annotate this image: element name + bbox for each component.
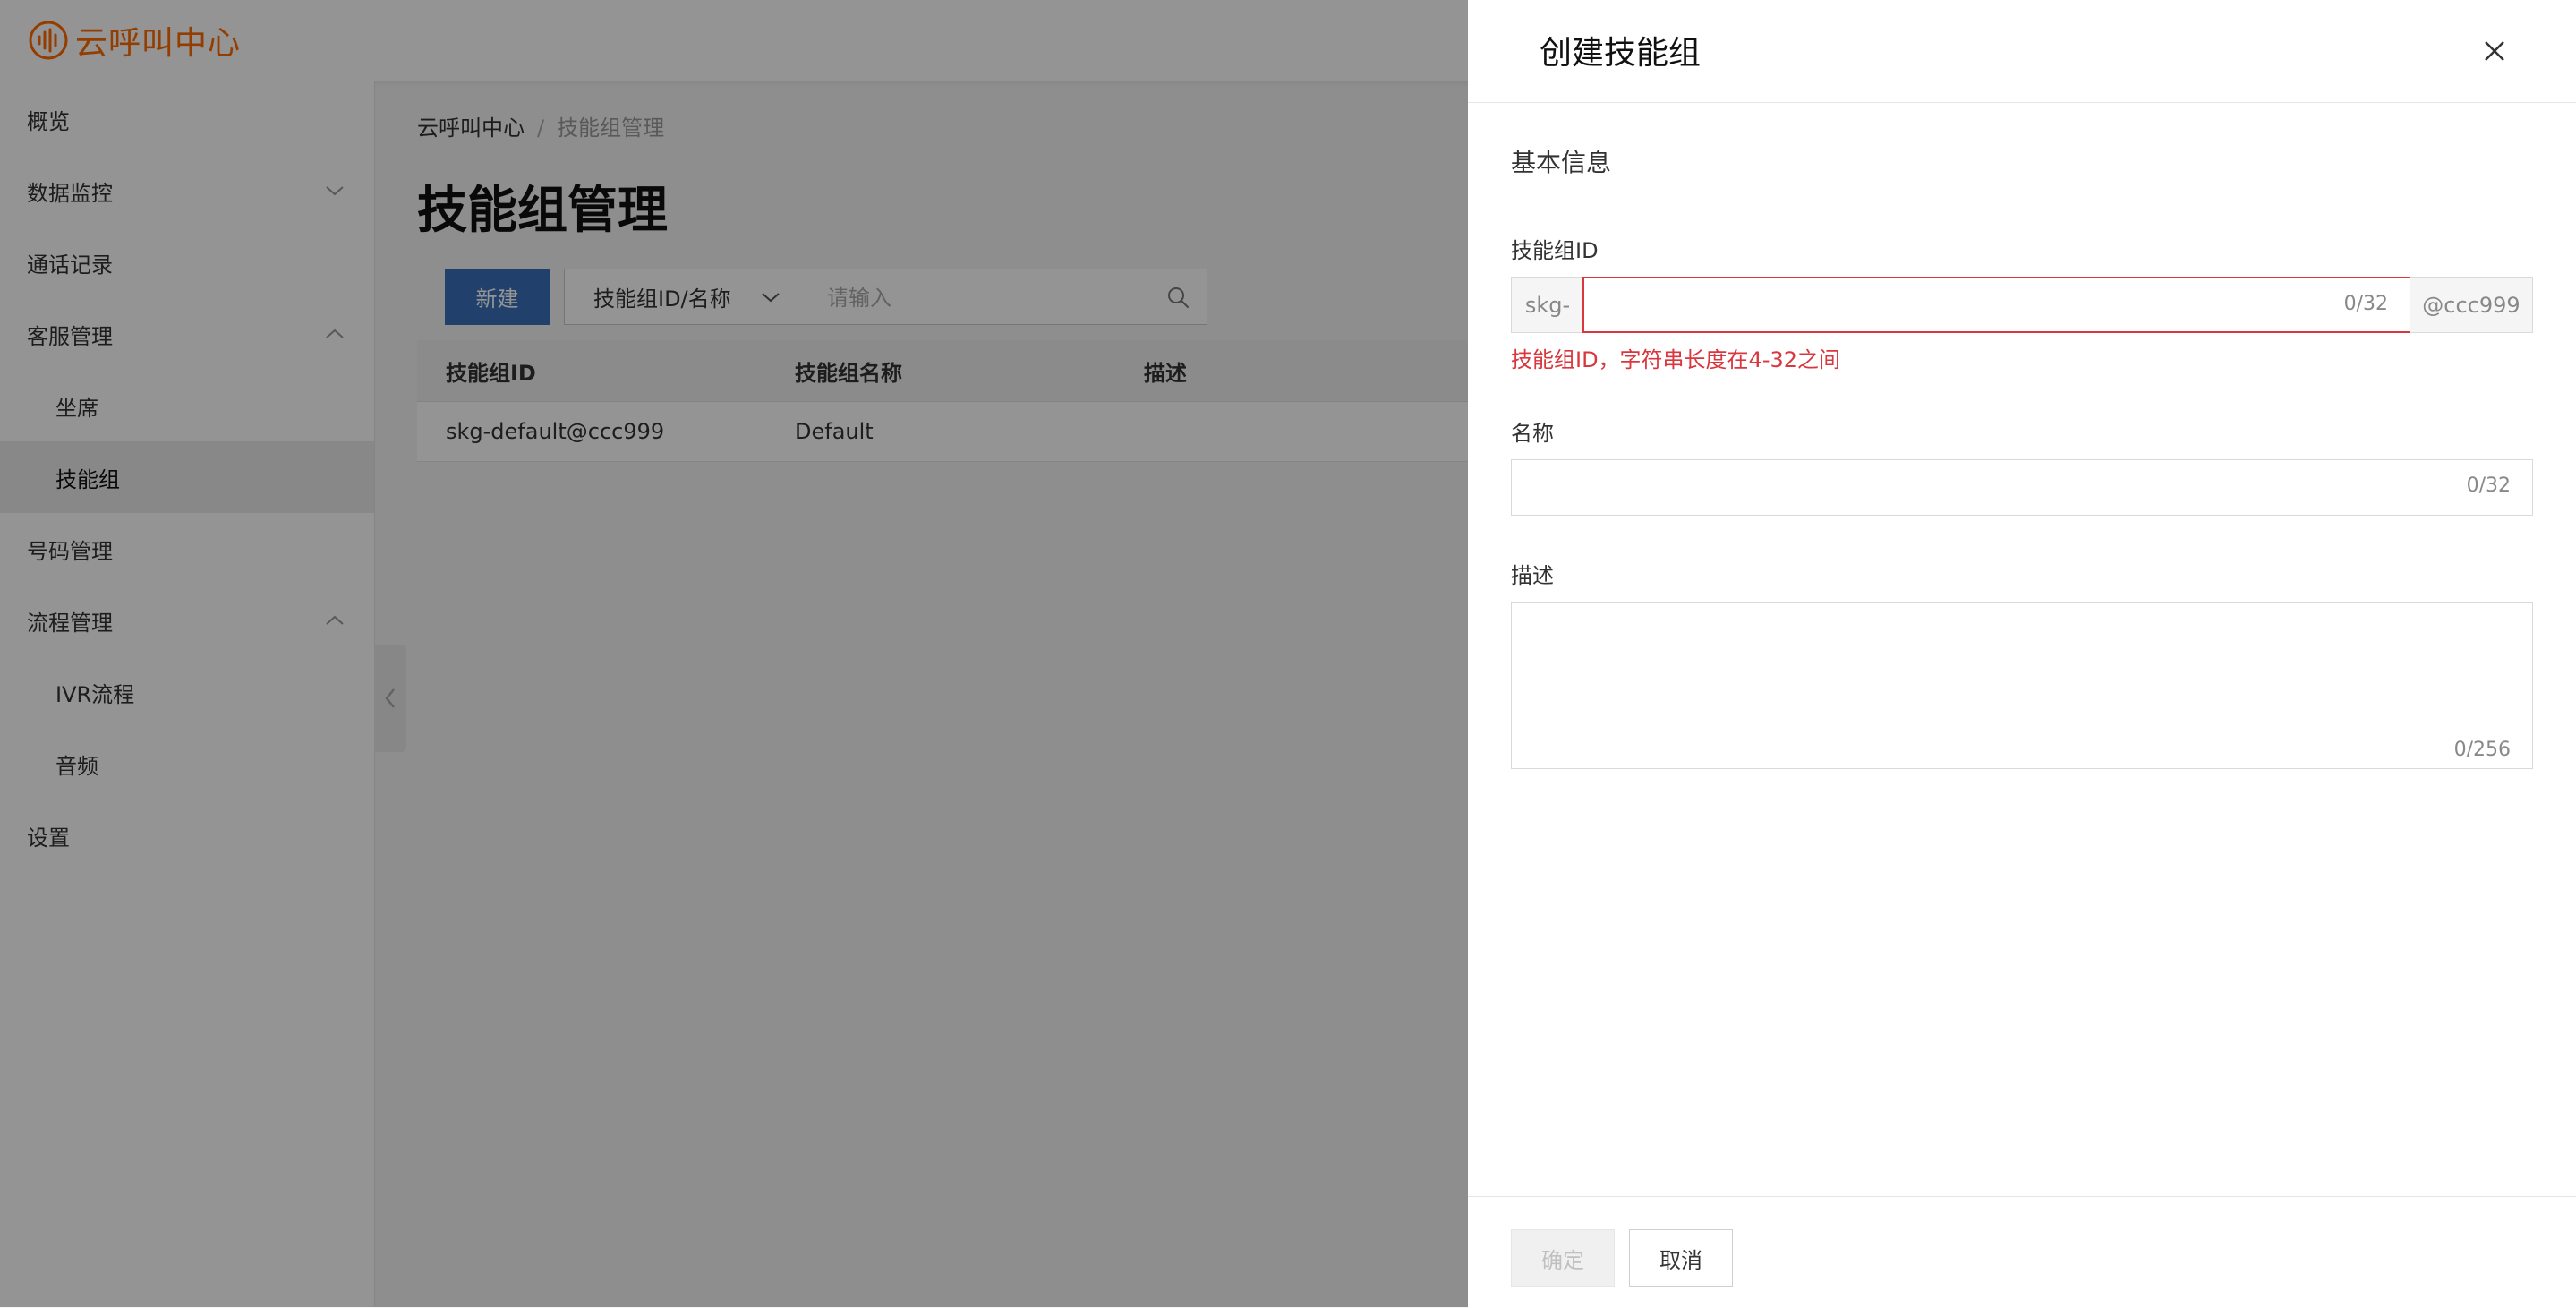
skill-group-id-label: 技能组ID — [1511, 238, 1599, 263]
skill-group-id-input[interactable] — [1599, 278, 2336, 333]
description-char-counter: 0/256 — [2453, 739, 2511, 761]
name-label: 名称 — [1511, 421, 1554, 446]
close-button[interactable] — [2476, 32, 2513, 70]
name-input[interactable] — [1526, 460, 2264, 517]
close-icon — [2485, 41, 2504, 61]
description-field: 0/256 — [1511, 602, 2533, 769]
drawer-header: 创建技能组 — [1468, 0, 2576, 103]
create-skill-group-drawer: 创建技能组 基本信息 技能组ID skg- 0/32 @ccc999 技能组ID… — [1468, 0, 2576, 1308]
confirm-button[interactable]: 确定 — [1511, 1229, 1615, 1287]
description-label: 描述 — [1511, 563, 1554, 588]
id-prefix-addon: skg- — [1511, 277, 1584, 333]
id-error-message: 技能组ID，字符串长度在4-32之间 — [1511, 347, 1841, 372]
id-char-counter: 0/32 — [2343, 293, 2388, 315]
cancel-button[interactable]: 取消 — [1629, 1229, 1733, 1287]
description-textarea[interactable] — [1512, 603, 2532, 768]
section-title-basic-info: 基本信息 — [1511, 148, 1612, 177]
name-field: 0/32 — [1511, 459, 2533, 517]
drawer-title: 创建技能组 — [1540, 35, 1702, 72]
skill-group-id-field: 0/32 — [1582, 277, 2411, 333]
name-char-counter: 0/32 — [2466, 474, 2511, 497]
id-suffix-addon: @ccc999 — [2410, 277, 2533, 333]
drawer-footer: 确定 取消 — [1468, 1196, 2576, 1308]
